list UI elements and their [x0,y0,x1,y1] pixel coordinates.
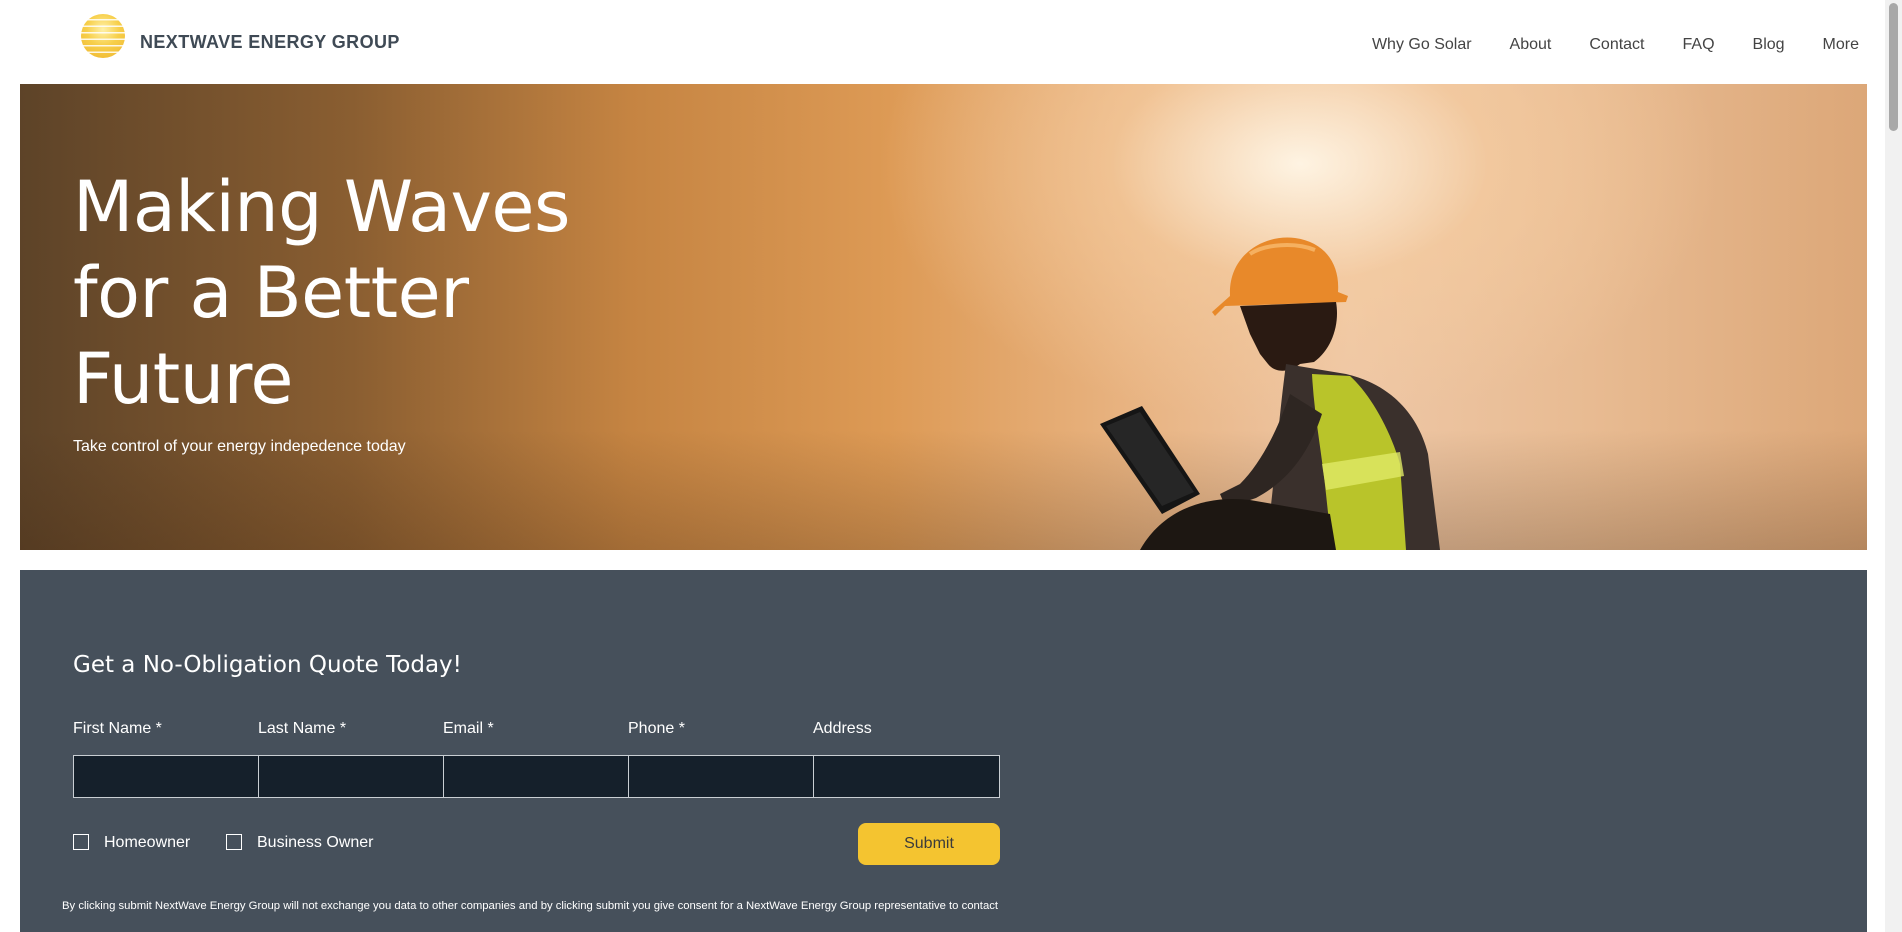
hero-banner: Making Waves for a Better Future Take co… [20,84,1867,550]
homeowner-label[interactable]: Homeowner [104,834,190,852]
hero-subtitle: Take control of your energy indepedence … [73,438,406,455]
consent-disclaimer: By clicking submit NextWave Energy Group… [62,900,999,912]
nav-why-go-solar[interactable]: Why Go Solar [1372,36,1472,54]
homeowner-checkbox[interactable] [73,834,89,850]
business-owner-label[interactable]: Business Owner [257,834,374,852]
main-nav: Why Go Solar About Contact FAQ Blog More [1334,36,1859,54]
nav-more[interactable]: More [1823,36,1859,54]
address-label: Address [813,720,872,737]
email-label: Email * [443,720,494,737]
phone-label: Phone * [628,720,685,737]
hero-title-line: Making Waves [73,166,570,248]
hero-title-line: for a Better [73,252,469,334]
quote-title: Get a No-Obligation Quote Today! [73,652,462,678]
submit-button[interactable]: Submit [858,823,1000,865]
email-field[interactable] [443,755,629,798]
nav-faq[interactable]: FAQ [1683,36,1715,54]
nav-contact[interactable]: Contact [1589,36,1644,54]
scrollbar-thumb[interactable] [1889,3,1898,131]
last-name-label: Last Name * [258,720,347,737]
nav-blog[interactable]: Blog [1753,36,1785,54]
hero-title-line: Future [73,338,293,420]
address-field[interactable] [813,755,1000,798]
business-owner-checkbox[interactable] [226,834,242,850]
phone-field[interactable] [628,755,814,798]
worker-silhouette-image [1100,237,1440,550]
hero-title: Making Waves for a Better Future [73,164,570,422]
first-name-label: First Name * [73,720,162,737]
nav-about[interactable]: About [1510,36,1552,54]
last-name-field[interactable] [258,755,444,798]
first-name-field[interactable] [73,755,259,798]
sun-logo-icon[interactable] [81,14,125,58]
brand-name[interactable]: NEXTWAVE ENERGY GROUP [140,32,400,53]
page-scrollbar[interactable] [1885,0,1902,932]
quote-section: Get a No-Obligation Quote Today! First N… [20,570,1867,932]
site-header: NEXTWAVE ENERGY GROUP Why Go Solar About… [0,0,1902,84]
